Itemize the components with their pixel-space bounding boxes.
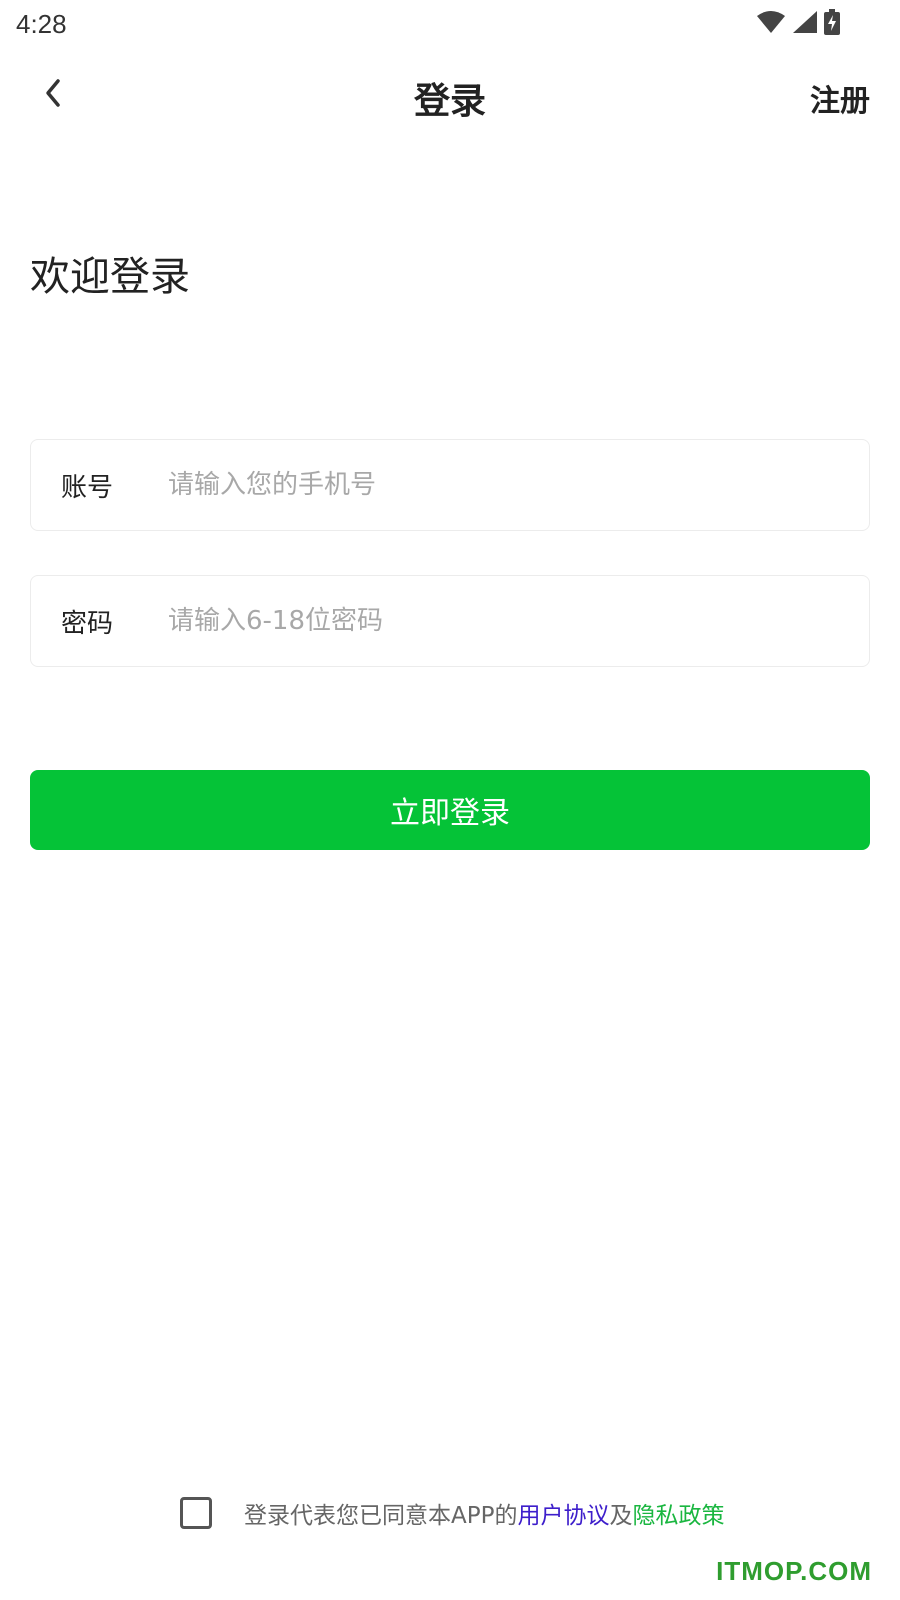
register-link[interactable]: 注册 (810, 76, 870, 120)
page-title: 登录 (413, 81, 486, 122)
wifi-icon (756, 10, 786, 38)
watermark: ITMOP.COM (716, 1556, 872, 1586)
status-icons (756, 9, 840, 39)
header: 登录 注册 (0, 60, 900, 130)
password-label: 密码 (61, 608, 114, 639)
agreement-conjunction: 及 (609, 1503, 633, 1529)
account-input[interactable] (166, 454, 869, 516)
agreement-text: 登录代表您已同意本APP的 (244, 1503, 518, 1529)
welcome-heading: 欢迎登录 (30, 254, 190, 300)
user-agreement-link[interactable]: 用户协议 (517, 1496, 609, 1530)
privacy-policy-link[interactable]: 隐私政策 (632, 1496, 724, 1530)
password-input[interactable] (166, 590, 869, 652)
battery-charging-icon (824, 9, 840, 39)
signal-icon (792, 10, 818, 38)
agree-checkbox[interactable] (180, 1497, 212, 1529)
account-field: 账号 (30, 439, 870, 531)
status-bar: 4:28 (0, 0, 900, 50)
password-field: 密码 (30, 575, 870, 667)
login-button[interactable]: 立即登录 (30, 770, 870, 850)
account-label: 账号 (61, 472, 114, 503)
status-time: 4:28 (16, 9, 67, 39)
agreement: 登录代表您已同意本APP的 用户协议 及 隐私政策 (180, 1493, 724, 1533)
